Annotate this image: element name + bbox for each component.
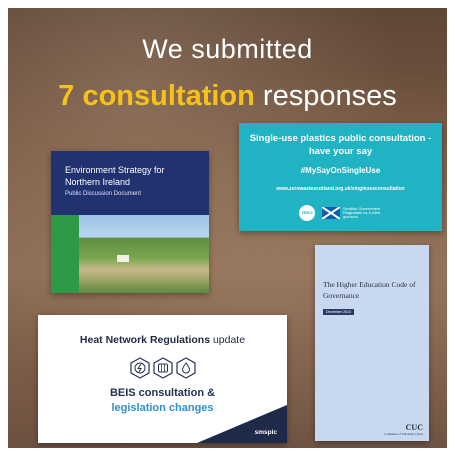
headline-rest: responses xyxy=(262,80,397,112)
heat-icons xyxy=(130,357,196,379)
headline-line1: We submitted xyxy=(142,34,313,64)
consultation-graphic: We submitted 7 consultation responses En… xyxy=(8,8,447,448)
single-use-plastics-banner: Single-use plastics public consultation … xyxy=(239,123,442,231)
water-drop-icon xyxy=(176,357,196,379)
heat-card-title-rest: update xyxy=(210,334,246,346)
smspic-logo: smspic xyxy=(254,429,277,436)
he-doc-title: The Higher Education Code of Governance xyxy=(323,280,416,300)
env-doc-subtitle: Public Discussion Document xyxy=(65,191,142,197)
heat-card-title: Heat Network Regulations update xyxy=(38,334,287,346)
higher-education-code-cover: The Higher Education Code of Governance … xyxy=(315,245,429,441)
navy-corner-triangle xyxy=(197,405,287,443)
cuc-logo: CUC Committee of University Chairs xyxy=(384,423,423,436)
zero-waste-logo: ZERO WASTE xyxy=(299,205,315,231)
headline-line2: 7 consultation responses xyxy=(8,80,447,113)
environment-strategy-cover: Environment Strategy for Northern Irelan… xyxy=(51,151,209,293)
plastics-hashtag: #MySayOnSingleUse xyxy=(300,166,381,175)
coastline-photo xyxy=(79,215,209,293)
green-stripe xyxy=(51,215,79,293)
env-doc-title: Environment Strategy for Northern Irelan… xyxy=(65,165,165,187)
heating-icon xyxy=(153,357,173,379)
heat-network-card: Heat Network Regulations update BEIS con… xyxy=(38,315,287,443)
house-shape xyxy=(117,255,129,262)
saltire-flag-icon xyxy=(322,207,340,219)
heat-card-title-bold: Heat Network Regulations xyxy=(79,334,211,346)
plastics-title: Single-use plastics public consultation … xyxy=(249,133,432,157)
he-doc-date-tag: December 2014 xyxy=(323,309,354,315)
cuc-logo-text: CUC xyxy=(405,423,423,432)
plastics-url: www.zerowastescotland.org.uk/singleuseco… xyxy=(276,186,405,192)
cuc-logo-subtext: Committee of University Chairs xyxy=(384,432,423,436)
heat-card-line1: BEIS consultation & xyxy=(109,387,216,399)
headline-highlight: 7 consultation xyxy=(58,80,255,112)
scottish-government-logo: Scottish Government Riaghaltas na h-Alba… xyxy=(343,206,381,219)
electricity-icon xyxy=(130,357,150,379)
